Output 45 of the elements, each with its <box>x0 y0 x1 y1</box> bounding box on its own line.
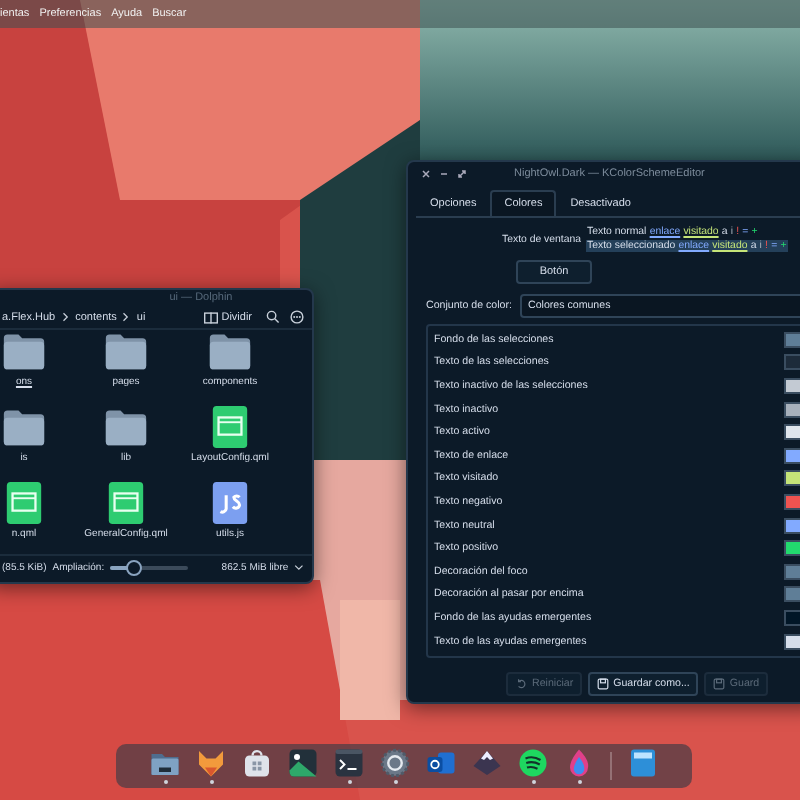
color-swatch[interactable] <box>784 540 800 557</box>
chevron-icon <box>122 312 131 322</box>
color-swatch[interactable] <box>784 331 800 348</box>
color-swatch[interactable] <box>784 447 800 464</box>
color-swatch[interactable] <box>784 586 800 603</box>
gear-icon[interactable] <box>380 748 410 778</box>
folder-icon[interactable] <box>104 330 148 372</box>
window-file-icon[interactable] <box>208 406 252 448</box>
chevron-icon <box>61 312 70 322</box>
javascript-file-icon[interactable] <box>208 482 252 524</box>
folder-icon[interactable] <box>104 406 148 448</box>
folder-icon[interactable] <box>2 330 46 372</box>
color-swatch[interactable] <box>784 354 800 371</box>
folder-icon[interactable] <box>150 748 180 778</box>
folder-icon[interactable] <box>2 406 46 448</box>
color-swatch[interactable] <box>784 470 800 487</box>
window-file-icon[interactable] <box>104 482 148 524</box>
mountain-icon[interactable] <box>472 748 502 778</box>
undo-icon <box>514 678 528 691</box>
music-icon[interactable] <box>518 748 548 778</box>
maximize-icon[interactable] <box>456 168 468 180</box>
save-icon <box>711 678 726 691</box>
folder-icon[interactable] <box>208 330 252 372</box>
window-file-icon[interactable] <box>2 482 46 524</box>
menu-icon[interactable] <box>290 310 304 324</box>
shopping-bag-icon[interactable] <box>242 748 272 778</box>
color-swatch[interactable] <box>784 517 800 534</box>
search-icon[interactable] <box>266 310 280 324</box>
color-swatch[interactable] <box>784 401 800 418</box>
image-icon[interactable] <box>288 748 318 778</box>
close-icon[interactable] <box>420 168 432 180</box>
terminal-icon[interactable] <box>334 748 364 778</box>
color-swatch[interactable] <box>784 377 800 394</box>
color-swatch[interactable] <box>784 609 800 626</box>
color-swatch[interactable] <box>784 424 800 441</box>
color-swatch[interactable] <box>784 493 800 510</box>
color-swatch[interactable] <box>784 563 800 580</box>
save-icon <box>595 678 610 691</box>
chevron-down-icon[interactable] <box>294 564 304 572</box>
calculator-icon[interactable] <box>628 748 658 778</box>
split-view-icon <box>203 311 218 323</box>
color-swatch[interactable] <box>784 633 800 650</box>
mail-icon[interactable] <box>426 748 456 778</box>
minimize-icon[interactable] <box>438 168 450 180</box>
fox-icon[interactable] <box>196 748 226 778</box>
